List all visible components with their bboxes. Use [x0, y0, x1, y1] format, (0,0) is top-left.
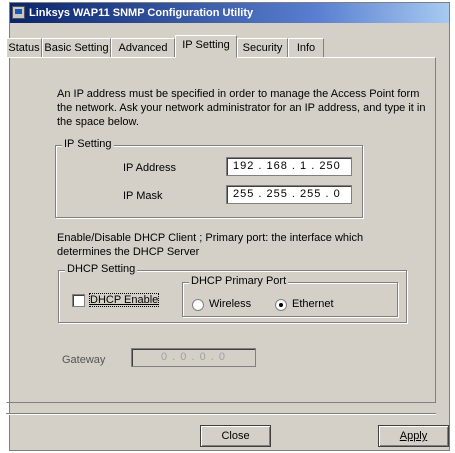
- dhcp-enable-checkbox[interactable]: [72, 294, 85, 307]
- tab-advanced[interactable]: Advanced: [111, 38, 175, 57]
- close-button[interactable]: Close: [200, 425, 271, 447]
- ethernet-radio-label: Ethernet: [292, 298, 334, 310]
- gateway-label: Gateway: [62, 354, 106, 366]
- tab-basic-setting[interactable]: Basic Setting: [42, 38, 111, 57]
- ip-setting-group-label: IP Setting: [62, 138, 114, 150]
- tab-status[interactable]: Status: [6, 38, 42, 57]
- dhcp-note-text: Enable/Disable DHCP Client ; Primary por…: [57, 232, 364, 258]
- wireless-radio[interactable]: [192, 299, 204, 311]
- ip-mask-field[interactable]: 255 . 255 . 255 . 0: [226, 185, 352, 204]
- wireless-radio-label: Wireless: [209, 298, 252, 310]
- tab-strip: Status Basic Setting Advanced IP Setting…: [6, 35, 436, 58]
- ethernet-radio[interactable]: [275, 299, 287, 311]
- ip-description-text: An IP address must be specified in order…: [57, 88, 426, 128]
- dhcp-primary-port-label: DHCP Primary Port: [189, 275, 289, 287]
- tab-ip-setting[interactable]: IP Setting: [175, 35, 237, 58]
- app-icon: [12, 6, 25, 19]
- tab-info[interactable]: Info: [288, 38, 324, 57]
- bottom-separator: [6, 413, 436, 415]
- ip-address-field[interactable]: 192 . 168 . 1 . 250: [226, 157, 352, 176]
- gateway-field: 0 . 0 . 0 . 0: [131, 348, 256, 367]
- window-title: Linksys WAP11 SNMP Configuration Utility: [29, 7, 254, 19]
- ip-setting-group: IP Setting: [55, 138, 363, 218]
- dhcp-enable-label[interactable]: DHCP Enable: [88, 293, 160, 307]
- apply-button[interactable]: Apply: [378, 425, 449, 447]
- ip-mask-label: IP Mask: [123, 190, 163, 202]
- ip-address-label: IP Address: [123, 162, 176, 174]
- title-bar[interactable]: Linksys WAP11 SNMP Configuration Utility: [10, 3, 449, 23]
- dhcp-setting-group-label: DHCP Setting: [65, 263, 138, 275]
- tab-security[interactable]: Security: [237, 38, 288, 57]
- apply-button-label: Apply: [399, 430, 428, 442]
